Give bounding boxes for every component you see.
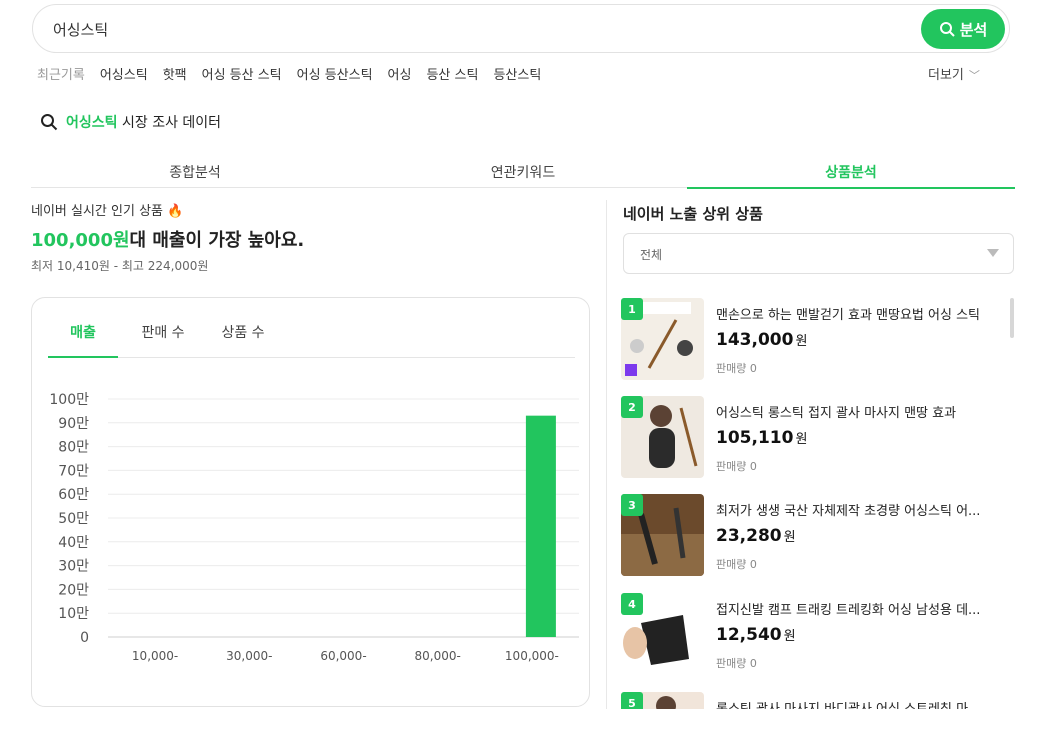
rank-badge: 4 bbox=[621, 593, 643, 615]
recent-item[interactable]: 어싱 등산스틱 bbox=[297, 64, 373, 83]
y-tick-label: 30만 bbox=[58, 559, 89, 575]
search-icon bbox=[939, 22, 955, 37]
list-item[interactable]: 5 롱스틱 괄사 마사지 바디괄사 어싱 스트레칭 마 bbox=[621, 692, 1006, 709]
category-select[interactable]: 전체 bbox=[623, 233, 1014, 274]
analyze-button-label: 분석 bbox=[959, 20, 988, 39]
y-tick-label: 90만 bbox=[58, 416, 89, 432]
x-tick-label: 10,000- bbox=[132, 649, 178, 663]
summary-highlight: 100,000원 bbox=[31, 230, 130, 251]
y-tick-label: 70만 bbox=[58, 463, 89, 479]
product-name[interactable]: 롱스틱 괄사 마사지 바디괄사 어싱 스트레칭 마 bbox=[716, 698, 1006, 709]
x-tick-label: 60,000- bbox=[320, 649, 366, 663]
summary-headline-rest: 대 매출이 가장 높아요. bbox=[129, 230, 305, 251]
product-price: 23,280 원 bbox=[716, 526, 796, 546]
list-item[interactable]: 3 최저가 생생 국산 자체제작 초경량 어싱스틱 어... 23,280 원 판… bbox=[621, 494, 1006, 579]
product-list: 1 맨손으로 하는 맨발걷기 효과 맨땅요법 어싱 스틱 143,000 원 판매… bbox=[621, 298, 1016, 709]
tab-product-analysis[interactable]: 상품분석 bbox=[687, 158, 1015, 189]
y-tick-label: 0 bbox=[80, 630, 89, 646]
summary-headline: 100,000원대 매출이 가장 높아요. bbox=[31, 226, 304, 252]
sales-chart-card: 매출 판매 수 상품 수 100만 90만 80만 70만 60만 50만 40만 30만 20… bbox=[31, 297, 590, 707]
list-item[interactable]: 2 어싱스틱 롱스틱 접지 괄사 마사지 맨땅 효과 105,110 원 판매량 … bbox=[621, 396, 1006, 481]
recent-searches: 최근기록 어싱스틱 핫팩 어싱 등산 스틱 어싱 등산스틱 어싱 등산 스틱 등… bbox=[37, 64, 541, 83]
chevron-down-icon: ﹀ bbox=[968, 69, 980, 82]
y-tick-label: 10만 bbox=[58, 606, 89, 622]
recent-item[interactable]: 핫팩 bbox=[163, 64, 187, 83]
more-button[interactable]: 더보기 ﹀ bbox=[928, 64, 980, 83]
list-item[interactable]: 4 접지신발 캠프 트래킹 트레킹화 어싱 남성용 데... 12,540 원 판… bbox=[621, 593, 1006, 678]
fire-icon: 🔥 bbox=[167, 204, 184, 219]
page-title: 어싱스틱 시장 조사 데이터 bbox=[40, 112, 221, 132]
scrollbar[interactable] bbox=[1010, 298, 1014, 338]
tab-related-keywords[interactable]: 연관키워드 bbox=[359, 158, 687, 187]
product-name[interactable]: 어싱스틱 롱스틱 접지 괄사 마사지 맨땅 효과 bbox=[716, 402, 1006, 421]
bar bbox=[525, 415, 556, 637]
recent-item[interactable]: 어싱스틱 bbox=[100, 64, 148, 83]
product-sold: 판매량 0 bbox=[716, 362, 757, 375]
search-bar[interactable]: 어싱스틱 분석 bbox=[32, 4, 1010, 53]
y-tick-label: 60만 bbox=[58, 487, 89, 503]
product-price: 105,110 원 bbox=[716, 428, 808, 448]
x-tick-label: 100,000- bbox=[505, 649, 559, 663]
product-price: 12,540 원 bbox=[716, 625, 796, 645]
category-select-value: 전체 bbox=[640, 248, 663, 262]
product-name[interactable]: 맨손으로 하는 맨발걷기 효과 맨땅요법 어싱 스틱 bbox=[716, 304, 1006, 323]
y-tick-label: 20만 bbox=[58, 582, 89, 598]
rank-badge: 3 bbox=[621, 494, 643, 516]
analyze-button[interactable]: 분석 bbox=[921, 9, 1005, 49]
more-label: 더보기 bbox=[928, 68, 964, 83]
rank-badge: 1 bbox=[621, 298, 643, 320]
product-sold: 판매량 0 bbox=[716, 657, 757, 670]
title-keyword: 어싱스틱 bbox=[66, 115, 118, 131]
main-tabs: 종합분석 연관키워드 상품분석 bbox=[31, 158, 1015, 189]
y-tick-label: 50만 bbox=[58, 511, 89, 527]
caret-down-icon bbox=[987, 249, 999, 257]
recent-item[interactable]: 어싱 bbox=[388, 64, 412, 83]
product-name[interactable]: 최저가 생생 국산 자체제작 초경량 어싱스틱 어... bbox=[716, 500, 1006, 519]
divider bbox=[606, 200, 607, 709]
recent-item[interactable]: 등산 스틱 bbox=[426, 64, 478, 83]
top-products-title: 네이버 노출 상위 상품 bbox=[623, 205, 763, 223]
x-tick-label: 30,000- bbox=[226, 649, 272, 663]
list-item[interactable]: 1 맨손으로 하는 맨발걷기 효과 맨땅요법 어싱 스틱 143,000 원 판매… bbox=[621, 298, 1006, 383]
product-sold: 판매량 0 bbox=[716, 460, 757, 473]
recent-item[interactable]: 등산스틱 bbox=[493, 64, 541, 83]
summary: 네이버 실시간 인기 상품 🔥 100,000원대 매출이 가장 높아요. 최저… bbox=[31, 200, 304, 274]
x-tick-label: 80,000- bbox=[415, 649, 461, 663]
summary-range: 최저 10,410원 - 최고 224,000원 bbox=[31, 259, 209, 273]
rank-badge: 2 bbox=[621, 396, 643, 418]
product-name[interactable]: 접지신발 캠프 트래킹 트레킹화 어싱 남성용 데... bbox=[716, 599, 1006, 618]
summary-label: 네이버 실시간 인기 상품 🔥 bbox=[31, 204, 184, 219]
rank-badge: 5 bbox=[621, 692, 643, 709]
title-suffix: 시장 조사 데이터 bbox=[121, 115, 222, 131]
tab-overview[interactable]: 종합분석 bbox=[31, 158, 359, 187]
recent-item[interactable]: 어싱 등산 스틱 bbox=[202, 64, 282, 83]
sales-bar-chart: 100만 90만 80만 70만 60만 50만 40만 30만 20만 10만 0 10,000- 3… bbox=[49, 392, 579, 663]
search-icon bbox=[41, 114, 58, 131]
y-tick-label: 80만 bbox=[58, 440, 89, 456]
recent-label: 최근기록 bbox=[37, 68, 85, 83]
product-sold: 판매량 0 bbox=[716, 558, 757, 571]
y-tick-label: 40만 bbox=[58, 535, 89, 551]
search-input[interactable]: 어싱스틱 bbox=[53, 19, 108, 40]
product-price: 143,000 원 bbox=[716, 330, 808, 350]
y-tick-label: 100만 bbox=[49, 392, 89, 408]
